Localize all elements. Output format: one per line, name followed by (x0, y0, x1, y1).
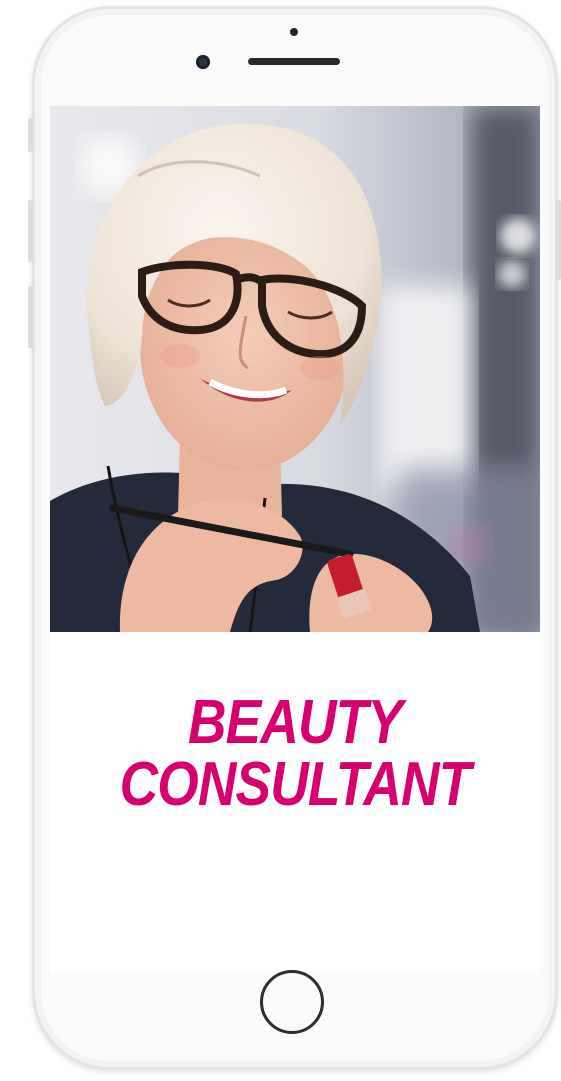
front-camera-icon (196, 55, 210, 69)
phone-screen: BEAUTY CONSULTANT (50, 106, 540, 974)
title-line-1: BEAUTY (187, 688, 403, 757)
volume-down-button (28, 286, 33, 348)
mute-switch (28, 118, 33, 152)
volume-up-button (28, 200, 33, 262)
woman-applying-lipstick-photo (50, 106, 540, 632)
earpiece-speaker (248, 58, 340, 65)
title-block: BEAUTY CONSULTANT (50, 692, 540, 816)
title-line-2: CONSULTANT (119, 750, 472, 819)
proximity-sensor (290, 28, 298, 36)
power-button (556, 200, 561, 280)
home-button[interactable] (260, 970, 324, 1034)
